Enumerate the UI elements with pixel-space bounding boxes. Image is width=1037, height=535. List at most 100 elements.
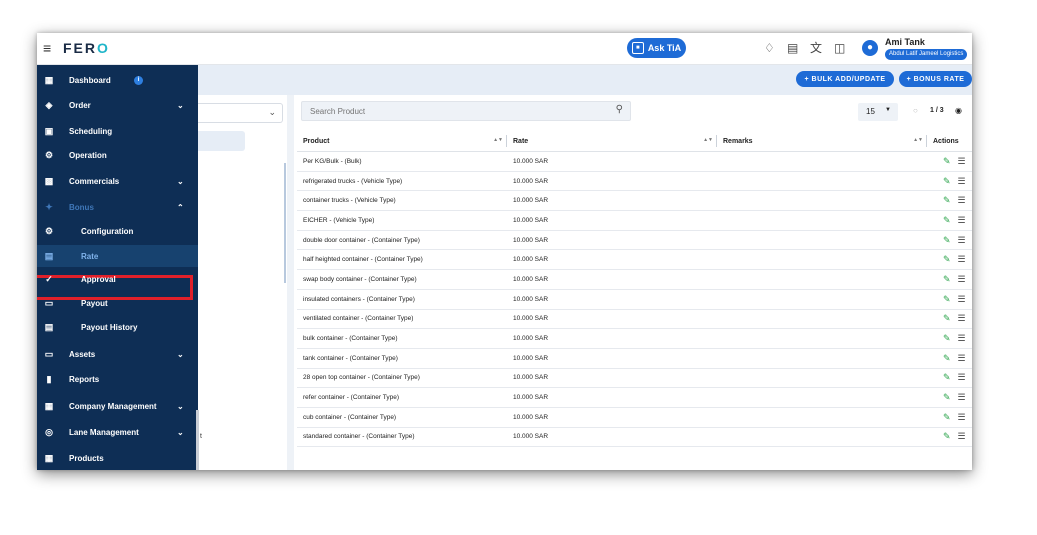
bell-icon[interactable]: ♢ bbox=[764, 41, 775, 55]
chevron-down-icon[interactable]: ⌄ bbox=[177, 177, 184, 186]
list-details-icon[interactable]: ☰ bbox=[958, 176, 966, 187]
edit-pencil-icon[interactable]: ✎ bbox=[943, 353, 951, 364]
search-box[interactable]: ⚲ bbox=[301, 101, 631, 121]
sidebar-item-configuration[interactable]: ⚙ Configuration bbox=[37, 220, 198, 242]
table-row: refer container - (Container Type) 10.000… bbox=[297, 387, 972, 408]
list-details-icon[interactable]: ☰ bbox=[958, 294, 966, 305]
sidebar-item-order[interactable]: ◈ Order ⌄ bbox=[37, 94, 198, 116]
sidebar-item-payout-history[interactable]: ▤ Payout History bbox=[37, 316, 198, 338]
edit-pencil-icon[interactable]: ✎ bbox=[943, 392, 951, 403]
sidebar-item-lane-management[interactable]: ◎ Lane Management ⌄ bbox=[37, 421, 198, 443]
sidebar-item-scheduling[interactable]: ▣ Scheduling bbox=[37, 120, 198, 142]
actions-cell: ✎ ☰ bbox=[927, 230, 972, 251]
chevron-down-icon[interactable]: ⌄ bbox=[177, 350, 184, 359]
sort-icon[interactable]: ▲▼ bbox=[493, 137, 503, 143]
table-row: EICHER - (Vehicle Type) 10.000 SAR ✎ ☰ bbox=[297, 210, 972, 231]
rate-cell: 10.000 SAR bbox=[507, 368, 717, 389]
remarks-cell bbox=[717, 387, 927, 408]
edit-pencil-icon[interactable]: ✎ bbox=[943, 176, 951, 187]
list-details-icon[interactable]: ☰ bbox=[958, 392, 966, 403]
list-details-icon[interactable]: ☰ bbox=[958, 372, 966, 383]
filter-field[interactable] bbox=[198, 131, 245, 151]
ask-tia-label: Ask TiA bbox=[647, 43, 682, 53]
chat-icon[interactable]: ▤ bbox=[787, 41, 798, 55]
sidebar-item-label: Company Management bbox=[69, 401, 157, 411]
list-details-icon[interactable]: ☰ bbox=[958, 215, 966, 226]
edit-pencil-icon[interactable]: ✎ bbox=[943, 313, 951, 324]
fero-logo[interactable]: FERO bbox=[63, 40, 110, 56]
list-details-icon[interactable]: ☰ bbox=[958, 274, 966, 285]
info-icon[interactable]: i bbox=[134, 75, 143, 85]
edit-pencil-icon[interactable]: ✎ bbox=[943, 333, 951, 344]
chevron-down-icon[interactable]: ⌄ bbox=[177, 101, 184, 110]
product-cell: double door container - (Container Type) bbox=[297, 230, 507, 251]
list-details-icon[interactable]: ☰ bbox=[958, 353, 966, 364]
panel-toggle-icon[interactable]: ◫ bbox=[834, 41, 845, 55]
actions-cell: ✎ ☰ bbox=[927, 387, 972, 408]
bulk-add-update-button[interactable]: + BULK ADD/UPDATE bbox=[796, 71, 894, 87]
sidebar-item-commercials[interactable]: ▩ Commercials ⌄ bbox=[37, 170, 198, 192]
sidebar-item-reports[interactable]: ▮ Reports bbox=[37, 368, 198, 390]
sidebar-item-operation[interactable]: ⚙ Operation bbox=[37, 144, 198, 166]
sidebar-item-products[interactable]: ▦ Products bbox=[37, 447, 198, 469]
list-details-icon[interactable]: ☰ bbox=[958, 235, 966, 246]
sort-icon[interactable]: ▲▼ bbox=[703, 137, 713, 143]
table-row: double door container - (Container Type)… bbox=[297, 230, 972, 251]
previous-page-icon[interactable]: ○ bbox=[913, 106, 918, 115]
sort-icon[interactable]: ▲▼ bbox=[913, 137, 923, 143]
edit-pencil-icon[interactable]: ✎ bbox=[943, 431, 951, 442]
table-row: tank container - (Container Type) 10.000 … bbox=[297, 348, 972, 369]
user-avatar-icon[interactable]: ● bbox=[862, 40, 878, 56]
edit-pencil-icon[interactable]: ✎ bbox=[943, 156, 951, 167]
sidebar-item-label: Approval bbox=[81, 274, 116, 284]
next-page-icon[interactable]: ◉ bbox=[955, 106, 962, 115]
edit-pencil-icon[interactable]: ✎ bbox=[943, 294, 951, 305]
list-details-icon[interactable]: ☰ bbox=[958, 431, 966, 442]
page-size-select[interactable]: 15 ▼ bbox=[858, 103, 898, 121]
edit-pencil-icon[interactable]: ✎ bbox=[943, 235, 951, 246]
hamburger-menu-icon[interactable]: ≡ bbox=[43, 41, 51, 55]
user-name[interactable]: Ami Tank bbox=[885, 37, 925, 47]
chevron-down-icon[interactable]: ⌄ bbox=[177, 428, 184, 437]
list-details-icon[interactable]: ☰ bbox=[958, 254, 966, 265]
chevron-up-icon[interactable]: ⌃ bbox=[177, 203, 184, 212]
list-details-icon[interactable]: ☰ bbox=[958, 156, 966, 167]
list-details-icon[interactable]: ☰ bbox=[958, 333, 966, 344]
edit-pencil-icon[interactable]: ✎ bbox=[943, 372, 951, 383]
sidebar-item-bonus[interactable]: ✦ Bonus ⌃ bbox=[37, 196, 198, 218]
col-header-remarks[interactable]: Remarks ▲▼ bbox=[717, 131, 927, 152]
rate-cell: 10.000 SAR bbox=[507, 427, 717, 448]
col-header-product[interactable]: Product ▲▼ bbox=[297, 131, 507, 152]
edit-pencil-icon[interactable]: ✎ bbox=[943, 254, 951, 265]
col-header-rate[interactable]: Rate ▲▼ bbox=[507, 131, 717, 152]
rate-cell: 10.000 SAR bbox=[507, 407, 717, 428]
company-badge[interactable]: Abdul Latif Jameel Logistics bbox=[885, 49, 968, 60]
edit-pencil-icon[interactable]: ✎ bbox=[943, 412, 951, 423]
ask-tia-button[interactable]: ■ Ask TiA bbox=[627, 38, 686, 58]
edit-pencil-icon[interactable]: ✎ bbox=[943, 195, 951, 206]
product-cell: standared container - (Container Type) bbox=[297, 427, 507, 448]
sidebar-item-rate[interactable]: ▤ Rate bbox=[37, 245, 198, 267]
list-details-icon[interactable]: ☰ bbox=[958, 195, 966, 206]
bonus-rate-button[interactable]: + BONUS RATE bbox=[899, 71, 972, 87]
edit-pencil-icon[interactable]: ✎ bbox=[943, 215, 951, 226]
caret-down-icon: ▼ bbox=[885, 107, 891, 113]
list-details-icon[interactable]: ☰ bbox=[958, 412, 966, 423]
table-row: 28 open top container - (Container Type)… bbox=[297, 368, 972, 389]
chevron-down-icon[interactable]: ⌄ bbox=[177, 402, 184, 411]
filter-dropdown[interactable]: ⌄ bbox=[198, 103, 283, 123]
reports-icon: ▮ bbox=[46, 373, 52, 384]
sidebar-item-company-management[interactable]: ▦ Company Management ⌄ bbox=[37, 395, 198, 417]
list-details-icon[interactable]: ☰ bbox=[958, 313, 966, 324]
filter-panel-scrollbar[interactable] bbox=[284, 163, 286, 283]
sidebar-item-assets[interactable]: ▭ Assets ⌄ bbox=[37, 343, 198, 365]
actions-cell: ✎ ☰ bbox=[927, 151, 972, 172]
edit-pencil-icon[interactable]: ✎ bbox=[943, 274, 951, 285]
search-input[interactable] bbox=[308, 104, 602, 119]
translate-icon[interactable]: 文 bbox=[810, 41, 822, 55]
sidebar-item-dashboard[interactable]: ▦ Dashboard i bbox=[37, 69, 198, 91]
search-icon[interactable]: ⚲ bbox=[616, 104, 623, 115]
sidebar-item-payout[interactable]: ▭ Payout bbox=[37, 292, 198, 314]
sidebar-item-approval[interactable]: ✓ Approval bbox=[37, 268, 198, 290]
rate-cell: 10.000 SAR bbox=[507, 171, 717, 192]
